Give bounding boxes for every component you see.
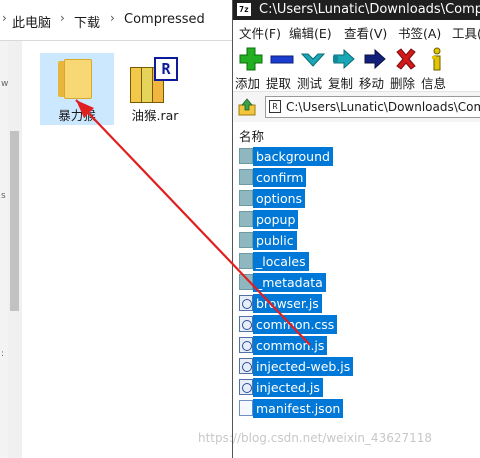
- list-item-label: popup: [253, 210, 299, 229]
- move-arrow-icon: [364, 48, 386, 70]
- list-item-label: browser.js: [253, 294, 322, 313]
- breadcrumb-compressed[interactable]: Compressed: [124, 12, 205, 27]
- column-header-name[interactable]: 名称: [239, 126, 264, 145]
- path-bar: R C:\Users\Lunatic\Downloads\Com: [233, 91, 480, 124]
- menu-bar: 文件(F) 编辑(E) 查看(V) 书签(A) 工具(: [233, 20, 480, 41]
- rar-badge: R: [154, 57, 178, 81]
- script-file-icon: [239, 295, 253, 311]
- scrollbar-thumb[interactable]: [10, 131, 19, 311]
- breadcrumb-separator: ›: [110, 11, 115, 25]
- copy-button-label: 复制: [328, 76, 354, 91]
- nav-pane-fragment: :: [1, 349, 5, 359]
- folder-icon: [239, 274, 253, 290]
- folder-icon: [239, 253, 253, 269]
- title-bar[interactable]: 7z C:\Users\Lunatic\Downloads\Compres: [233, 0, 480, 20]
- list-item[interactable]: options: [239, 188, 479, 209]
- path-input[interactable]: R C:\Users\Lunatic\Downloads\Com: [265, 96, 480, 118]
- file-explorer-window: › 此电脑 › 下载 › Compressed w s : 暴力猴 R 油猴.r…: [0, 0, 240, 458]
- breadcrumb-separator: ›: [60, 11, 65, 25]
- file-item-tampermonkey-rar[interactable]: R 油猴.rar: [118, 53, 192, 125]
- list-item-label: _metadata: [253, 273, 326, 292]
- list-item-label: common.js: [253, 336, 328, 355]
- list-item-label: injected.js: [253, 378, 323, 397]
- file-rows: background confirm options popup public …: [239, 146, 479, 419]
- script-file-icon: [239, 337, 253, 353]
- menu-file[interactable]: 文件(F): [239, 23, 281, 41]
- checkmark-icon: [301, 53, 325, 67]
- folder-icon: [239, 232, 253, 248]
- file-item-label: 油猴.rar: [131, 108, 179, 123]
- list-item[interactable]: confirm: [239, 167, 479, 188]
- folder-icon: [239, 211, 253, 227]
- breadcrumb-separator: ›: [2, 11, 7, 25]
- list-item-label: public: [253, 231, 297, 250]
- list-item-label: injected-web.js: [253, 357, 354, 376]
- menu-edit[interactable]: 编辑(E): [289, 23, 332, 41]
- script-file-icon: [239, 358, 253, 374]
- script-file-icon: [239, 379, 253, 395]
- test-button-label: 测试: [297, 76, 323, 91]
- list-item[interactable]: popup: [239, 209, 479, 230]
- navigation-scrollbar[interactable]: [8, 41, 22, 458]
- watermark: https://blog.csdn.net/weixin_43627118: [198, 431, 433, 445]
- folder-icon: [239, 190, 253, 206]
- menu-view[interactable]: 查看(V): [344, 23, 387, 41]
- info-button[interactable]: 信息: [421, 45, 457, 91]
- add-button-label: 添加: [235, 76, 261, 91]
- folder-icon: [239, 148, 253, 164]
- rar-archive-icon: R: [130, 57, 182, 103]
- list-item-label: background: [253, 147, 333, 166]
- list-item[interactable]: injected.js: [239, 377, 479, 398]
- folder-icon: [58, 59, 92, 99]
- menu-tools[interactable]: 工具(: [452, 23, 480, 41]
- minus-icon: [270, 55, 294, 64]
- folder-icon: [239, 169, 253, 185]
- path-text: C:\Users\Lunatic\Downloads\Com: [286, 100, 480, 114]
- nav-pane-fragment: s: [1, 191, 6, 201]
- window-title: C:\Users\Lunatic\Downloads\Compres: [259, 2, 480, 17]
- copy-arrow-icon: [333, 48, 355, 70]
- delete-button-label: 删除: [390, 76, 416, 91]
- info-button-label: 信息: [421, 76, 447, 91]
- list-item[interactable]: _metadata: [239, 272, 479, 293]
- address-bar[interactable]: › 此电脑 › 下载 › Compressed: [0, 0, 240, 41]
- list-item[interactable]: common.js: [239, 335, 479, 356]
- list-item[interactable]: public: [239, 230, 479, 251]
- breadcrumb-this-pc[interactable]: 此电脑: [12, 12, 51, 31]
- move-button-label: 移动: [359, 76, 385, 91]
- stylesheet-file-icon: [239, 316, 253, 332]
- folder-up-icon[interactable]: [237, 98, 257, 116]
- list-item-label: manifest.json: [253, 399, 344, 418]
- menu-bookmarks[interactable]: 书签(A): [398, 23, 441, 41]
- list-item[interactable]: injected-web.js: [239, 356, 479, 377]
- list-item-label: options: [253, 189, 306, 208]
- 7zip-app-icon: 7z: [237, 3, 251, 16]
- info-icon: [432, 47, 441, 71]
- delete-x-icon: [396, 48, 416, 70]
- list-item[interactable]: background: [239, 146, 479, 167]
- file-list: 名称 background confirm options popup publ…: [233, 122, 480, 458]
- folder-item-violentmonkey[interactable]: 暴力猴: [40, 53, 114, 125]
- plus-icon: [239, 47, 263, 71]
- list-item-label: _locales: [253, 252, 309, 271]
- list-item[interactable]: common.css: [239, 314, 479, 335]
- list-item-label: common.css: [253, 315, 338, 334]
- extract-button-label: 提取: [266, 76, 292, 91]
- json-file-icon: [239, 400, 253, 416]
- archive-type-icon: R: [269, 100, 281, 113]
- folder-item-label: 暴力猴: [58, 108, 96, 123]
- breadcrumb-downloads[interactable]: 下载: [74, 12, 100, 31]
- list-item[interactable]: _locales: [239, 251, 479, 272]
- 7zip-window: 7z C:\Users\Lunatic\Downloads\Compres 文件…: [232, 0, 480, 458]
- list-item-label: confirm: [253, 168, 307, 187]
- list-item[interactable]: manifest.json: [239, 398, 479, 419]
- toolbar: 添加 提取 测试 复制 移动 删除 信息: [233, 41, 480, 91]
- list-item[interactable]: browser.js: [239, 293, 479, 314]
